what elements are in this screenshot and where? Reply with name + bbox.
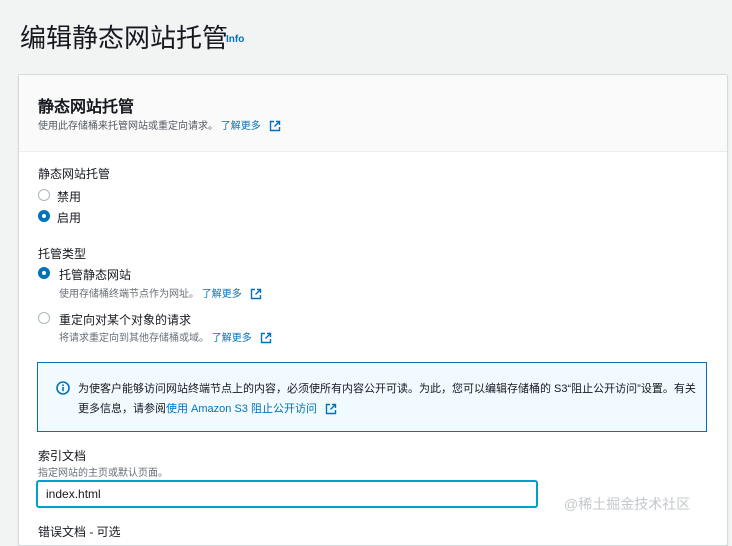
radio-redirect-label[interactable]: 重定向对某个对象的请求 (59, 311, 191, 328)
radio-host-static[interactable] (38, 267, 50, 279)
panel-description: 使用此存储桶来托管网站或重定向请求。 了解更多 (38, 117, 281, 132)
external-link-icon[interactable] (269, 120, 281, 132)
redirect-learn-more-link[interactable]: 了解更多 (212, 333, 252, 344)
block-public-access-link[interactable]: 使用 Amazon S3 阻止公开访问 (166, 403, 317, 415)
redirect-description-text: 将请求重定向到其他存储桶或域。 (59, 333, 209, 344)
redirect-description: 将请求重定向到其他存储桶或域。 了解更多 (59, 329, 272, 344)
info-link[interactable]: Info (226, 34, 244, 45)
radio-redirect[interactable] (38, 312, 50, 324)
info-icon (56, 381, 70, 395)
external-link-icon[interactable] (260, 332, 272, 344)
hosting-label: 静态网站托管 (38, 167, 111, 181)
panel-title: 静态网站托管 (38, 99, 135, 116)
host-static-description-text: 使用存储桶终端节点作为网址。 (59, 289, 199, 300)
info-alert: 为使客户能够访问网站终端节点上的内容，必须使所有内容公开可读。为此，您可以编辑存… (37, 362, 707, 432)
radio-disable[interactable] (38, 189, 50, 201)
host-static-learn-more-link[interactable]: 了解更多 (202, 289, 242, 300)
radio-disable-label[interactable]: 禁用 (57, 188, 81, 205)
alert-text: 为使客户能够访问网站终端节点上的内容，必须使所有内容公开可读。为此，您可以编辑存… (78, 379, 698, 419)
panel-description-text: 使用此存储桶来托管网站或重定向请求。 (38, 121, 218, 132)
error-document-label: 错误文档 - 可选 (38, 525, 121, 539)
index-document-label: 索引文档 (38, 449, 87, 463)
page-title: 编辑静态网站托管 (20, 23, 229, 53)
watermark: @稀土掘金技术社区 (564, 496, 691, 512)
learn-more-link[interactable]: 了解更多 (221, 121, 261, 132)
radio-enable-label[interactable]: 启用 (57, 209, 81, 226)
external-link-icon[interactable] (325, 403, 337, 415)
static-hosting-panel: 静态网站托管 使用此存储桶来托管网站或重定向请求。 了解更多 静态网站托管 禁用… (18, 74, 728, 546)
radio-host-static-label[interactable]: 托管静态网站 (59, 266, 131, 283)
host-static-description: 使用存储桶终端节点作为网址。 了解更多 (59, 285, 262, 300)
radio-enable[interactable] (38, 210, 50, 222)
external-link-icon[interactable] (250, 288, 262, 300)
index-document-description: 指定网站的主页或默认页面。 (38, 468, 168, 479)
hosting-type-label: 托管类型 (38, 247, 87, 261)
index-document-input[interactable] (37, 481, 537, 507)
panel-header: 静态网站托管 使用此存储桶来托管网站或重定向请求。 了解更多 (19, 75, 727, 152)
